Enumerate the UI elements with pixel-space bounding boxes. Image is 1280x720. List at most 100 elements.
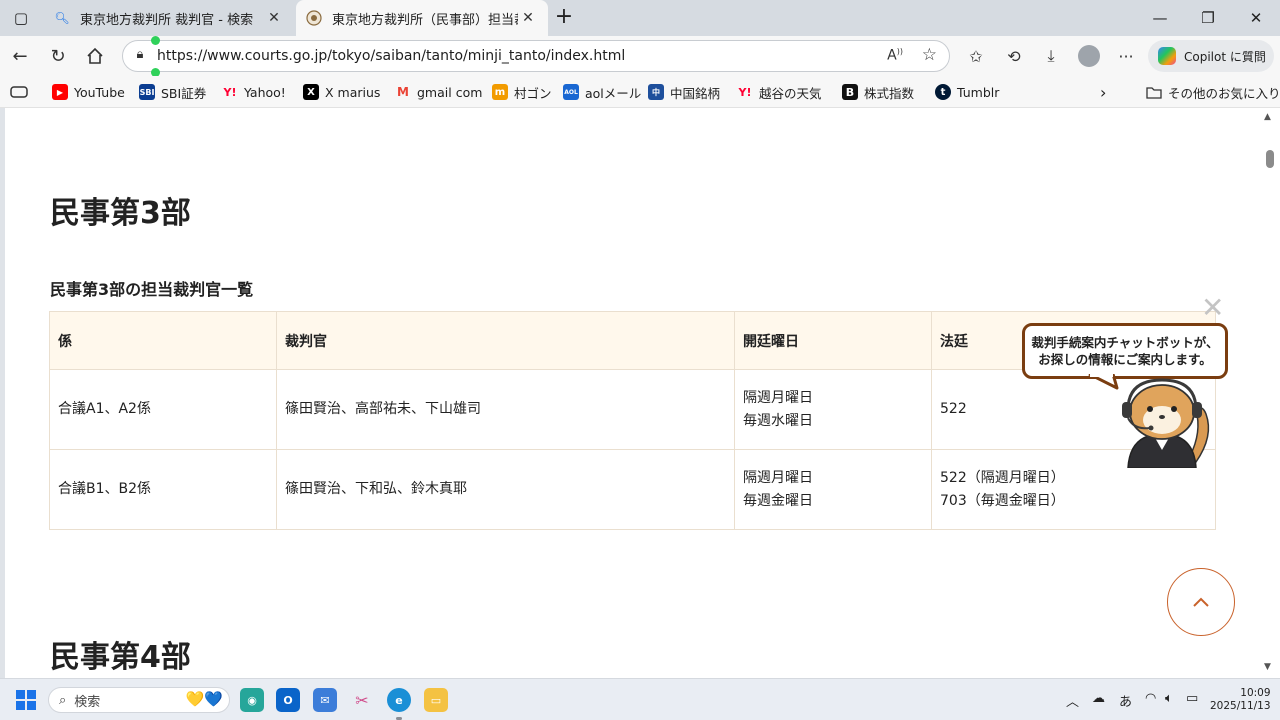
taskbar: ⌕ 検索 💛💙 ◉ O ✉ ✂ e ▭ ︿ ☁ あ ◠ 🔈︎ ▭ 10:09 2…	[0, 678, 1280, 720]
other-favorites[interactable]: その他のお気に入り	[1146, 82, 1280, 102]
youtube-icon: ▶	[52, 84, 68, 100]
close-icon[interactable]: ✕	[264, 10, 284, 26]
bookmark-youtube[interactable]: ▶ YouTube	[52, 82, 125, 102]
room-line: 703（毎週金曜日）	[940, 492, 1065, 509]
url-text[interactable]: https://www.courts.go.jp/tokyo/saiban/ta…	[157, 48, 625, 64]
bookmark-yahoo[interactable]: Y! Yahoo!	[222, 82, 286, 102]
outlook-icon[interactable]: O	[276, 688, 300, 712]
chatbot-bubble[interactable]: 裁判手続案内チャットボットが、 お探しの情報にご案内します。	[1022, 323, 1228, 379]
bookmark-index[interactable]: B 株式指数	[842, 82, 914, 102]
gmail-icon: M	[397, 85, 409, 99]
folder-icon	[1146, 84, 1162, 100]
chevron-up-icon	[1193, 597, 1209, 607]
new-tab-button[interactable]: +	[552, 4, 576, 30]
tab-search[interactable]: 🔍︎ 東京地方裁判所 裁判官 - 検索 ✕	[44, 0, 294, 36]
bookmark-weather[interactable]: Y! 越谷の天気	[737, 82, 822, 102]
yahoo-icon: Y!	[223, 85, 237, 99]
start-button[interactable]	[16, 690, 36, 710]
mail-icon[interactable]: ✉	[313, 688, 337, 712]
back-to-top-button[interactable]	[1167, 568, 1235, 636]
bookmark-mcdonalds[interactable]: m 村ゴン	[492, 82, 552, 102]
bookmark-chinese-stocks[interactable]: 中中国銘柄	[648, 82, 720, 102]
copilot-button[interactable]: Copilot に質問	[1148, 40, 1274, 72]
page-content: 民事第3部 民事第3部の担当裁判官一覧 係 裁判官 開廷曜日 法廷 合議A1、A…	[5, 108, 1260, 678]
snipping-tool-icon[interactable]: ✂	[350, 688, 374, 712]
file-explorer-icon[interactable]: ▭	[424, 688, 448, 712]
scrollbar-thumb[interactable]	[1266, 150, 1274, 168]
copilot-icon	[1158, 47, 1176, 65]
bookmarks-bar: ▶ YouTube SBI SBI証券 Y! Yahoo! X X marius Mgm…	[0, 76, 1280, 108]
clock[interactable]: 10:09 2025/11/13	[1210, 687, 1271, 713]
favorites-icon[interactable]: ✩	[962, 42, 990, 70]
scroll-up-icon[interactable]: ▲	[1264, 112, 1271, 122]
wifi-icon[interactable]: ◠	[1145, 691, 1156, 706]
day-line: 隔週月曜日	[743, 469, 813, 486]
bookmark-label: 村ゴン	[514, 85, 552, 101]
avatar	[1078, 45, 1100, 67]
bookmark-label: 中国銘柄	[670, 85, 721, 101]
room-line: 522（隔週月曜日）	[940, 469, 1065, 486]
bookmark-sbi[interactable]: SBI SBI証券	[139, 82, 206, 102]
taskbar-search[interactable]: ⌕ 検索 💛💙	[48, 687, 230, 713]
chatbot-close-icon[interactable]: ✕	[1201, 294, 1224, 322]
chevron-right-icon[interactable]: ›	[1100, 82, 1106, 102]
bookmark-gmail[interactable]: Mgmail com	[395, 82, 482, 102]
bookmark-aol[interactable]: AOL aolメール	[563, 82, 641, 102]
favorite-star-icon[interactable]: ☆	[922, 45, 937, 65]
bookmark-x[interactable]: X X marius	[303, 82, 380, 102]
edge-icon[interactable]: e	[387, 688, 411, 712]
vertical-scrollbar[interactable]: ▲ ▼	[1260, 108, 1280, 678]
day-line: 隔週月曜日	[743, 389, 813, 406]
bookmark-label: 株式指数	[864, 85, 915, 101]
x-icon: X	[303, 84, 319, 100]
header-days: 開廷曜日	[734, 311, 932, 370]
close-window-button[interactable]: ✕	[1232, 0, 1280, 36]
bookmark-label: Tumblr	[957, 84, 1000, 100]
profile-avatar[interactable]	[1075, 42, 1103, 70]
copilot-app-icon[interactable]: ◉	[240, 688, 264, 712]
bookmark-label: Yahoo!	[244, 84, 286, 100]
b-icon: B	[842, 84, 858, 100]
back-button[interactable]: ←	[6, 42, 34, 70]
read-aloud-icon[interactable]: A))	[887, 47, 903, 64]
cell-days: 隔週月曜日毎週水曜日	[734, 369, 932, 450]
restore-button[interactable]: ❐	[1184, 0, 1232, 36]
table-row: 合議B1、B2係 篠田賢治、下和弘、鈴木真耶 隔週月曜日 毎週金曜日 522（隔週…	[49, 449, 1216, 530]
tab-courts[interactable]: 東京地方裁判所（民事部）担当裁 ✕	[296, 0, 548, 36]
tab-actions-icon[interactable]: ▢	[8, 6, 34, 30]
home-button[interactable]	[81, 42, 109, 70]
history-icon[interactable]: ⟲	[1000, 42, 1028, 70]
bookmark-label: YouTube	[74, 84, 125, 100]
downloads-icon[interactable]: ⤓	[1037, 42, 1065, 70]
scroll-down-icon[interactable]: ▼	[1264, 662, 1271, 672]
home-icon	[87, 47, 103, 64]
battery-icon[interactable]: ▭	[1186, 691, 1198, 706]
tablet-mode-icon[interactable]	[10, 82, 28, 102]
tumblr-icon: t	[935, 84, 951, 100]
ime-indicator[interactable]: あ	[1119, 691, 1132, 710]
tab-title: 東京地方裁判所（民事部）担当裁	[332, 12, 518, 28]
more-menu-icon[interactable]: ···	[1112, 42, 1140, 70]
bookmark-label: その他のお気に入り	[1168, 85, 1280, 101]
address-bar[interactable]: 🔒︎ https://www.courts.go.jp/tokyo/saiban…	[122, 40, 950, 72]
site-info-icon[interactable]: 🔒︎	[131, 47, 149, 65]
clock-time: 10:09	[1240, 687, 1271, 699]
tab-strip: ▢ 🔍︎ 東京地方裁判所 裁判官 - 検索 ✕ 東京地方裁判所（民事部）担当裁 …	[0, 0, 1280, 36]
mcdonalds-icon: m	[492, 84, 508, 100]
search-highlight-icon: 💛💙	[185, 690, 223, 708]
cell-judges: 篠田賢治、高部祐未、下山雄司	[276, 369, 735, 450]
close-icon[interactable]: ✕	[518, 10, 538, 26]
minimize-button[interactable]: —	[1136, 0, 1184, 36]
tray-chevron-up-icon[interactable]: ︿	[1066, 691, 1079, 710]
clock-date: 2025/11/13	[1210, 700, 1271, 712]
day-line: 毎週金曜日	[743, 492, 813, 509]
speaker-icon[interactable]: 🔈︎	[1165, 691, 1173, 706]
onedrive-icon[interactable]: ☁	[1092, 691, 1105, 706]
bookmark-tumblr[interactable]: t Tumblr	[935, 82, 999, 102]
day-line: 毎週水曜日	[743, 412, 813, 429]
cell-judges: 篠田賢治、下和弘、鈴木真耶	[276, 449, 735, 530]
search-icon: 🔍︎	[54, 11, 70, 25]
tab-title: 東京地方裁判所 裁判官 - 検索	[80, 12, 254, 28]
chatbot-mascot-icon[interactable]	[1110, 376, 1220, 468]
refresh-button[interactable]: ↻	[44, 42, 72, 70]
